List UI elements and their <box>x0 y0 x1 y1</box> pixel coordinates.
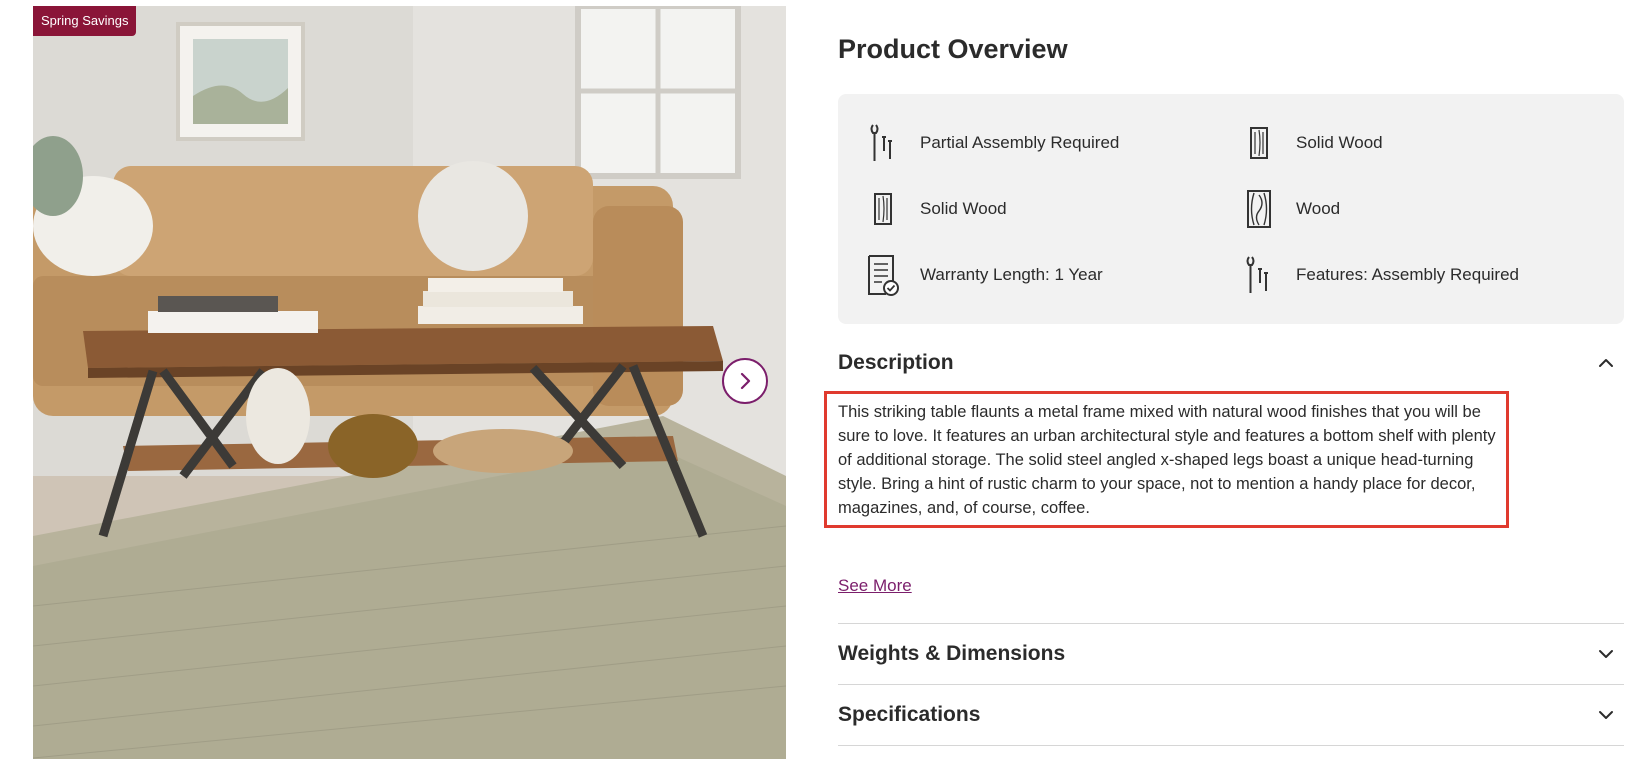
wood-grain-icon <box>1238 187 1280 231</box>
next-image-button[interactable] <box>722 358 768 404</box>
feature-item-assembly: Partial Assembly Required <box>862 121 1119 165</box>
divider <box>838 684 1624 685</box>
wood-plank-icon <box>862 187 904 231</box>
wrench-tools-icon <box>862 121 904 165</box>
feature-item-material: Solid Wood <box>1238 121 1383 165</box>
divider <box>838 745 1624 746</box>
chevron-right-icon <box>740 372 751 390</box>
feature-item-wood: Wood <box>1238 187 1340 231</box>
feature-label: Partial Assembly Required <box>920 133 1120 152</box>
specifications-header[interactable]: Specifications <box>838 699 1624 731</box>
feature-label: Wood <box>1296 199 1341 218</box>
chevron-up-icon <box>1599 359 1613 367</box>
description-text: This striking table flaunts a metal fram… <box>838 403 1496 517</box>
feature-summary-card: Partial Assembly Required Solid Wood Sol… <box>838 94 1624 324</box>
living-room-illustration <box>33 6 786 759</box>
product-image[interactable] <box>33 6 786 759</box>
feature-label: Features: Assembly Required <box>1296 265 1519 284</box>
feature-label: Warranty Length: 1 Year <box>920 265 1103 284</box>
feature-item-features: Features: Assembly Required <box>1238 253 1519 297</box>
feature-item-warranty: Warranty Length: 1 Year <box>862 253 1103 297</box>
feature-label: Solid Wood <box>1296 133 1383 152</box>
wood-plank-icon <box>1238 121 1280 165</box>
description-fade <box>838 540 1138 564</box>
product-overview-title: Product Overview <box>838 34 1068 64</box>
weights-dimensions-title: Weights & Dimensions <box>838 642 1066 665</box>
warranty-document-icon <box>862 253 904 297</box>
chevron-down-icon <box>1599 650 1613 658</box>
feature-item-solid-wood: Solid Wood <box>862 187 1007 231</box>
divider <box>838 623 1624 624</box>
wrench-tools-icon <box>1238 253 1280 297</box>
feature-label: Solid Wood <box>920 199 1007 218</box>
see-more-link[interactable]: See More <box>838 576 912 596</box>
description-header[interactable]: Description <box>838 348 1624 378</box>
promo-badge: Spring Savings <box>33 6 137 36</box>
chevron-down-icon <box>1599 711 1613 719</box>
weights-dimensions-header[interactable]: Weights & Dimensions <box>838 638 1624 670</box>
description-title: Description <box>838 351 954 374</box>
specifications-title: Specifications <box>838 703 981 726</box>
